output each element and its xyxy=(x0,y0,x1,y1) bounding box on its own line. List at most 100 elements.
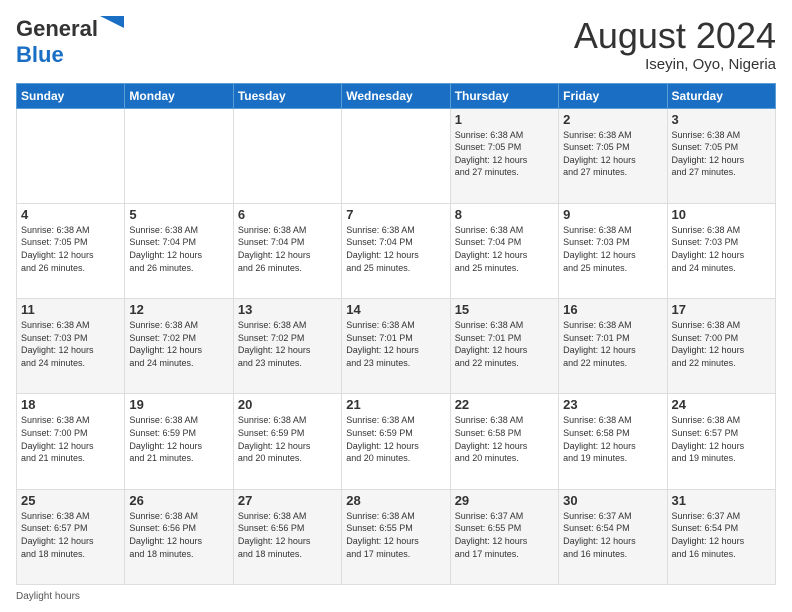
day-number: 1 xyxy=(455,112,554,127)
day-number: 12 xyxy=(129,302,228,317)
calendar-cell: 30Sunrise: 6:37 AM Sunset: 6:54 PM Dayli… xyxy=(559,489,667,584)
header: General Blue August 2024 Iseyin, Oyo, Ni… xyxy=(16,16,776,73)
calendar-cell: 7 Sunrise: 6:38 AM Sunset: 7:04 PM Daylig… xyxy=(342,203,450,298)
day-number: 16 xyxy=(563,302,662,317)
day-info: Sunrise: 6:38 AM Sunset: 7:05 PM Dayligh… xyxy=(672,129,771,179)
day-info: Sunrise: 6:38 AM Sunset: 7:03 PM Dayligh… xyxy=(672,224,771,274)
day-info: Sunrise: 6:38 AM Sunset: 7:03 PM Dayligh… xyxy=(563,224,662,274)
day-number: 7 xyxy=(346,207,445,222)
location: Iseyin, Oyo, Nigeria xyxy=(574,56,776,73)
day-number: 11 xyxy=(21,302,120,317)
day-info: Sunrise: 6:38 AM Sunset: 6:58 PM Dayligh… xyxy=(563,414,662,464)
calendar-cell: 16 Sunrise: 6:38 AM Sunset: 7:01 PM Dayli… xyxy=(559,299,667,394)
day-number: 26 xyxy=(129,493,228,508)
day-number: 14 xyxy=(346,302,445,317)
calendar-cell: 18 Sunrise: 6:38 AM Sunset: 7:00 PM Dayli… xyxy=(17,394,125,489)
day-number: 20 xyxy=(238,397,337,412)
day-number: 21 xyxy=(346,397,445,412)
header-right: August 2024 Iseyin, Oyo, Nigeria xyxy=(574,16,776,73)
day-number: 29 xyxy=(455,493,554,508)
day-number: 8 xyxy=(455,207,554,222)
day-info: Sunrise: 6:37 AM Sunset: 6:54 PM Dayligh… xyxy=(672,510,771,560)
day-info: Sunrise: 6:38 AM Sunset: 7:02 PM Dayligh… xyxy=(129,319,228,369)
day-number: 17 xyxy=(672,302,771,317)
day-info: Sunrise: 6:38 AM Sunset: 7:05 PM Dayligh… xyxy=(21,224,120,274)
calendar-cell: 8 Sunrise: 6:38 AM Sunset: 7:04 PM Daylig… xyxy=(450,203,558,298)
day-info: Sunrise: 6:38 AM Sunset: 6:59 PM Dayligh… xyxy=(238,414,337,464)
day-number: 15 xyxy=(455,302,554,317)
day-number: 10 xyxy=(672,207,771,222)
calendar-cell: 14 Sunrise: 6:38 AM Sunset: 7:01 PM Dayli… xyxy=(342,299,450,394)
day-info: Sunrise: 6:38 AM Sunset: 6:59 PM Dayligh… xyxy=(129,414,228,464)
day-of-week-tuesday: Tuesday xyxy=(233,83,341,108)
day-of-week-wednesday: Wednesday xyxy=(342,83,450,108)
day-number: 25 xyxy=(21,493,120,508)
calendar-cell: 29Sunrise: 6:37 AM Sunset: 6:55 PM Dayli… xyxy=(450,489,558,584)
calendar-week-4: 18 Sunrise: 6:38 AM Sunset: 7:00 PM Dayli… xyxy=(17,394,776,489)
day-info: Sunrise: 6:38 AM Sunset: 7:01 PM Dayligh… xyxy=(346,319,445,369)
calendar-cell: 21 Sunrise: 6:38 AM Sunset: 6:59 PM Dayli… xyxy=(342,394,450,489)
calendar-cell xyxy=(17,108,125,203)
calendar-cell: 24 Sunrise: 6:38 AM Sunset: 6:57 PM Dayli… xyxy=(667,394,775,489)
day-number: 28 xyxy=(346,493,445,508)
day-info: Sunrise: 6:38 AM Sunset: 6:58 PM Dayligh… xyxy=(455,414,554,464)
calendar-cell: 4Sunrise: 6:38 AM Sunset: 7:05 PM Daylig… xyxy=(17,203,125,298)
day-info: Sunrise: 6:38 AM Sunset: 6:57 PM Dayligh… xyxy=(21,510,120,560)
day-info: Sunrise: 6:38 AM Sunset: 6:55 PM Dayligh… xyxy=(346,510,445,560)
calendar-week-1: 1 Sunrise: 6:38 AM Sunset: 7:05 PM Daylig… xyxy=(17,108,776,203)
calendar-cell: 17Sunrise: 6:38 AM Sunset: 7:00 PM Dayli… xyxy=(667,299,775,394)
calendar-cell: 31 Sunrise: 6:37 AM Sunset: 6:54 PM Dayli… xyxy=(667,489,775,584)
day-number: 18 xyxy=(21,397,120,412)
day-info: Sunrise: 6:38 AM Sunset: 6:59 PM Dayligh… xyxy=(346,414,445,464)
calendar-cell: 12 Sunrise: 6:38 AM Sunset: 7:02 PM Dayli… xyxy=(125,299,233,394)
calendar-table: SundayMondayTuesdayWednesdayThursdayFrid… xyxy=(16,83,776,585)
footer-text: Daylight hours xyxy=(16,591,80,602)
calendar-cell: 20 Sunrise: 6:38 AM Sunset: 6:59 PM Dayli… xyxy=(233,394,341,489)
calendar-cell: 23Sunrise: 6:38 AM Sunset: 6:58 PM Dayli… xyxy=(559,394,667,489)
calendar-cell: 13Sunrise: 6:38 AM Sunset: 7:02 PM Dayli… xyxy=(233,299,341,394)
calendar-cell xyxy=(233,108,341,203)
day-info: Sunrise: 6:38 AM Sunset: 7:00 PM Dayligh… xyxy=(21,414,120,464)
day-number: 2 xyxy=(563,112,662,127)
day-info: Sunrise: 6:38 AM Sunset: 7:04 PM Dayligh… xyxy=(129,224,228,274)
day-number: 22 xyxy=(455,397,554,412)
day-info: Sunrise: 6:38 AM Sunset: 7:01 PM Dayligh… xyxy=(563,319,662,369)
month-year: August 2024 xyxy=(574,16,776,56)
calendar-cell: 27 Sunrise: 6:38 AM Sunset: 6:56 PM Dayli… xyxy=(233,489,341,584)
day-number: 9 xyxy=(563,207,662,222)
logo-blue: Blue xyxy=(16,42,64,68)
footer: Daylight hours xyxy=(16,591,776,602)
day-info: Sunrise: 6:38 AM Sunset: 6:56 PM Dayligh… xyxy=(238,510,337,560)
calendar-header-row: SundayMondayTuesdayWednesdayThursdayFrid… xyxy=(17,83,776,108)
day-number: 31 xyxy=(672,493,771,508)
calendar-cell xyxy=(125,108,233,203)
calendar-week-3: 11 Sunrise: 6:38 AM Sunset: 7:03 PM Dayli… xyxy=(17,299,776,394)
calendar-cell: 11 Sunrise: 6:38 AM Sunset: 7:03 PM Dayli… xyxy=(17,299,125,394)
day-number: 3 xyxy=(672,112,771,127)
calendar-cell xyxy=(342,108,450,203)
day-info: Sunrise: 6:38 AM Sunset: 6:57 PM Dayligh… xyxy=(672,414,771,464)
calendar-cell: 6Sunrise: 6:38 AM Sunset: 7:04 PM Daylig… xyxy=(233,203,341,298)
day-info: Sunrise: 6:38 AM Sunset: 7:05 PM Dayligh… xyxy=(455,129,554,179)
day-number: 19 xyxy=(129,397,228,412)
calendar-cell: 15Sunrise: 6:38 AM Sunset: 7:01 PM Dayli… xyxy=(450,299,558,394)
day-info: Sunrise: 6:38 AM Sunset: 7:03 PM Dayligh… xyxy=(21,319,120,369)
calendar-cell: 22 Sunrise: 6:38 AM Sunset: 6:58 PM Dayli… xyxy=(450,394,558,489)
day-number: 24 xyxy=(672,397,771,412)
calendar-cell: 26Sunrise: 6:38 AM Sunset: 6:56 PM Dayli… xyxy=(125,489,233,584)
logo: General Blue xyxy=(16,16,124,68)
day-info: Sunrise: 6:38 AM Sunset: 7:04 PM Dayligh… xyxy=(455,224,554,274)
day-number: 27 xyxy=(238,493,337,508)
calendar-cell: 3 Sunrise: 6:38 AM Sunset: 7:05 PM Daylig… xyxy=(667,108,775,203)
day-info: Sunrise: 6:38 AM Sunset: 7:05 PM Dayligh… xyxy=(563,129,662,179)
calendar-cell: 1 Sunrise: 6:38 AM Sunset: 7:05 PM Daylig… xyxy=(450,108,558,203)
day-info: Sunrise: 6:37 AM Sunset: 6:54 PM Dayligh… xyxy=(563,510,662,560)
calendar-cell: 25 Sunrise: 6:38 AM Sunset: 6:57 PM Dayli… xyxy=(17,489,125,584)
day-number: 5 xyxy=(129,207,228,222)
day-of-week-friday: Friday xyxy=(559,83,667,108)
calendar-cell: 19 Sunrise: 6:38 AM Sunset: 6:59 PM Dayli… xyxy=(125,394,233,489)
day-info: Sunrise: 6:38 AM Sunset: 7:04 PM Dayligh… xyxy=(346,224,445,274)
calendar-cell: 5 Sunrise: 6:38 AM Sunset: 7:04 PM Daylig… xyxy=(125,203,233,298)
day-info: Sunrise: 6:38 AM Sunset: 7:02 PM Dayligh… xyxy=(238,319,337,369)
calendar-cell: 9 Sunrise: 6:38 AM Sunset: 7:03 PM Daylig… xyxy=(559,203,667,298)
